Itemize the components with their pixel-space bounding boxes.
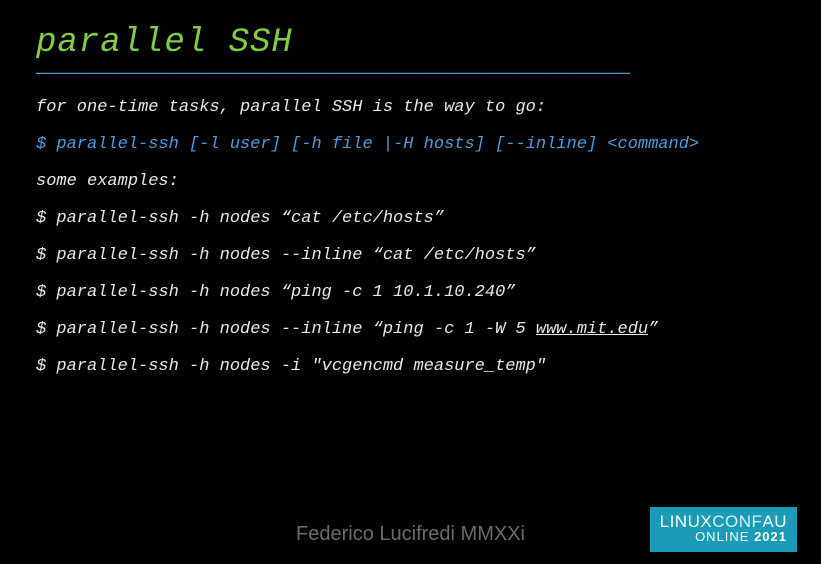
example-4-prefix: $ parallel-ssh -h nodes --inline “ping -… (36, 320, 536, 339)
example-3: $ parallel-ssh -h nodes “ping -c 1 10.1.… (36, 283, 785, 302)
example-4-suffix: ” (648, 320, 658, 339)
author-credit: Federico Lucifredi MMXXi (296, 523, 525, 546)
slide-title: parallel SSH (36, 24, 785, 62)
syntax-line: $ parallel-ssh [-l user] [-h file |-H ho… (36, 135, 785, 154)
conference-badge: LINUXCONFAU ONLINE 2021 (650, 507, 797, 552)
badge-conf: CONF (712, 512, 762, 531)
example-2: $ parallel-ssh -h nodes --inline “cat /e… (36, 246, 785, 265)
title-divider: ————————————————————————————————————————… (36, 64, 785, 84)
example-1: $ parallel-ssh -h nodes “cat /etc/hosts” (36, 209, 785, 228)
intro-text: for one-time tasks, parallel SSH is the … (36, 98, 785, 117)
example-4: $ parallel-ssh -h nodes --inline “ping -… (36, 320, 785, 339)
badge-au: AU (762, 512, 787, 531)
badge-linux: LINUX (660, 512, 713, 531)
examples-label: some examples: (36, 172, 785, 191)
badge-year: 2021 (754, 529, 787, 544)
badge-online: ONLINE (695, 529, 754, 544)
slide-content: parallel SSH ———————————————————————————… (0, 0, 821, 376)
example-4-link: www.mit.edu (536, 320, 648, 339)
badge-top-line: LINUXCONFAU (660, 513, 787, 531)
badge-bottom-line: ONLINE 2021 (660, 530, 787, 544)
example-5: $ parallel-ssh -h nodes -i "vcgencmd mea… (36, 357, 785, 376)
